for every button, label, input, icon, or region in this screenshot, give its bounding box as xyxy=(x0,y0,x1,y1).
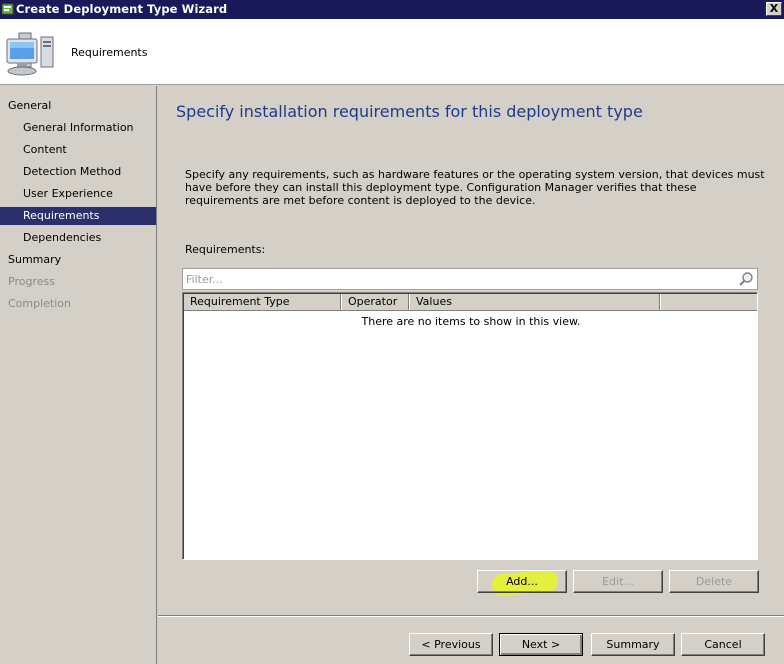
cancel-button[interactable]: Cancel xyxy=(681,633,765,656)
nav-item-requirements: Requirements xyxy=(0,207,156,225)
column-header-values[interactable]: Values xyxy=(410,294,660,310)
wizard-header: Requirements xyxy=(0,19,784,85)
requirements-label: Requirements: xyxy=(185,243,266,256)
footer-divider xyxy=(158,615,784,617)
filter-box xyxy=(182,268,758,290)
page-heading: Specify installation requirements for th… xyxy=(176,102,643,121)
nav-item-content: Content xyxy=(23,143,67,156)
wizard-app-icon xyxy=(2,3,14,15)
previous-button[interactable]: < Previous xyxy=(409,633,493,656)
filter-input[interactable] xyxy=(186,271,726,287)
close-button[interactable]: X xyxy=(766,2,782,16)
nav-item-general-information: General Information xyxy=(23,121,134,134)
page-description: Specify any requirements, such as hardwa… xyxy=(185,168,765,207)
column-header-operator[interactable]: Operator xyxy=(342,294,409,310)
summary-button[interactable]: Summary xyxy=(591,633,675,656)
nav-item-dependencies: Dependencies xyxy=(23,231,102,244)
next-button[interactable]: Next > xyxy=(499,633,583,656)
empty-list-message: There are no items to show in this view. xyxy=(361,315,581,328)
nav-item-user-experience: User Experience xyxy=(23,187,113,200)
search-icon[interactable] xyxy=(738,271,754,287)
wizard-nav: General General Information Content Dete… xyxy=(0,86,157,664)
list-header: Requirement Type Operator Values xyxy=(184,294,757,311)
nav-item-general: General xyxy=(8,99,52,112)
nav-divider xyxy=(156,86,157,664)
add-button[interactable]: Add... xyxy=(477,570,567,593)
nav-item-summary: Summary xyxy=(8,253,62,266)
nav-item-completion: Completion xyxy=(8,297,72,310)
computer-icon xyxy=(6,32,54,76)
window-title: Create Deployment Type Wizard xyxy=(16,2,228,16)
title-bar: Create Deployment Type Wizard X xyxy=(0,0,784,19)
edit-button[interactable]: Edit... xyxy=(573,570,663,593)
column-header-requirement-type[interactable]: Requirement Type xyxy=(184,294,341,310)
nav-item-progress: Progress xyxy=(8,275,55,288)
requirements-list[interactable]: Requirement Type Operator Values There a… xyxy=(182,292,758,560)
step-title: Requirements xyxy=(71,46,148,59)
nav-item-detection-method: Detection Method xyxy=(23,165,122,178)
delete-button[interactable]: Delete xyxy=(669,570,759,593)
